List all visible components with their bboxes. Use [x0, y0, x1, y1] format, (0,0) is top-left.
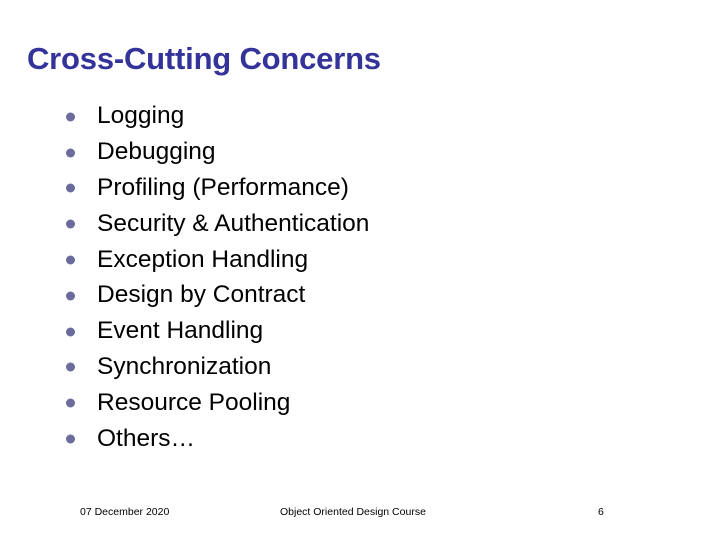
list-item: Logging	[62, 99, 662, 135]
list-item-label: Security & Authentication	[97, 209, 370, 237]
list-item: Resource Pooling	[62, 385, 662, 421]
list-item: Exception Handling	[62, 242, 662, 278]
bullet-list: Logging Debugging Profiling (Performance…	[62, 99, 662, 457]
footer-page-number: 6	[598, 506, 604, 518]
list-item-label: Design by Contract	[97, 281, 306, 309]
footer-course-title: Object Oriented Design Course	[280, 506, 426, 518]
list-item: Debugging	[62, 135, 662, 171]
list-item-label: Profiling (Performance)	[97, 174, 349, 202]
bullet-disc-icon	[66, 183, 75, 193]
list-item-label: Event Handling	[97, 317, 264, 345]
list-item-label: Others…	[97, 424, 196, 452]
bullet-disc-icon	[66, 362, 75, 372]
bullet-disc-icon	[66, 434, 75, 444]
bullet-disc-icon	[66, 112, 75, 122]
slide-footer: 07 December 2020 Object Oriented Design …	[0, 506, 720, 526]
bullet-disc-icon	[66, 148, 75, 158]
list-item: Security & Authentication	[62, 206, 662, 242]
bullet-disc-icon	[66, 219, 75, 229]
list-item-label: Resource Pooling	[97, 388, 291, 416]
list-item-label: Debugging	[97, 138, 216, 166]
list-item-label: Logging	[97, 102, 185, 130]
footer-date: 07 December 2020	[80, 506, 170, 518]
list-item-label: Synchronization	[97, 353, 272, 380]
slide-canvas: Cross-Cutting Concerns Logging Debugging…	[0, 0, 720, 540]
bullet-disc-icon	[66, 398, 75, 408]
list-item: Design by Contract	[62, 278, 662, 314]
list-item: Synchronization	[62, 350, 662, 386]
list-item: Others…	[62, 421, 662, 457]
bullet-disc-icon	[66, 291, 75, 301]
page-title: Cross-Cutting Concerns	[27, 41, 381, 76]
list-item: Event Handling	[62, 314, 662, 350]
bullet-disc-icon	[66, 327, 75, 337]
bullet-disc-icon	[66, 255, 75, 265]
list-item: Profiling (Performance)	[62, 171, 662, 207]
list-item-label: Exception Handling	[97, 245, 309, 273]
